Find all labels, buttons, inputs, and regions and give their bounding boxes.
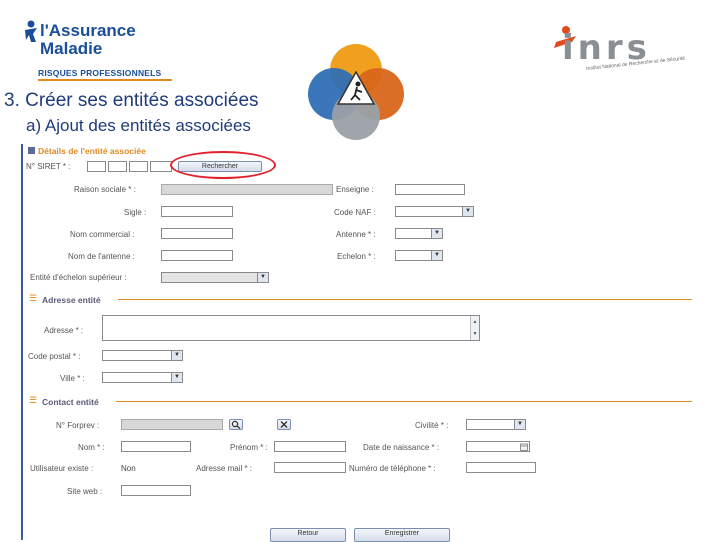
echelon-select[interactable]: ▼ bbox=[395, 250, 443, 261]
adresse-textarea[interactable]: ▲ ▼ bbox=[102, 315, 480, 341]
utilisateur-label: Utilisateur existe : bbox=[30, 464, 94, 473]
assurance-maladie-logo: l'Assurance Maladie RISQUES PROFESSIONNE… bbox=[24, 18, 172, 81]
siret-field-3[interactable] bbox=[129, 161, 148, 172]
contact-section-line bbox=[116, 401, 692, 402]
ville-label: Ville * : bbox=[60, 374, 85, 383]
slide-subtitle: a) Ajout des entités associées bbox=[26, 116, 251, 135]
site-web-label: Site web : bbox=[67, 487, 103, 496]
section-bullet-icon bbox=[28, 147, 35, 154]
details-title: Détails de l'entité associée bbox=[38, 146, 146, 156]
chevron-down-icon: ▼ bbox=[171, 351, 182, 360]
nom-commercial-field[interactable] bbox=[161, 228, 233, 239]
close-icon bbox=[280, 421, 288, 428]
antenne-label: Antenne * : bbox=[336, 230, 376, 239]
forprev-search-button[interactable] bbox=[229, 419, 243, 430]
nom-label: Nom * : bbox=[78, 443, 105, 452]
adresse-mail-label: Adresse mail * : bbox=[196, 464, 253, 473]
panel-left-border bbox=[21, 144, 23, 540]
siret-field-2[interactable] bbox=[108, 161, 127, 172]
siret-label: N° SIRET * : bbox=[26, 162, 71, 171]
enseigne-label: Enseigne : bbox=[336, 185, 374, 194]
chevron-down-icon: ▼ bbox=[171, 373, 182, 382]
chevron-down-icon: ▼ bbox=[431, 251, 442, 260]
siret-field-4[interactable] bbox=[150, 161, 172, 172]
adresse-section-line bbox=[118, 299, 692, 300]
entite-sup-label: Entité d'échelon supérieur : bbox=[30, 273, 127, 282]
civilite-label: Civilité * : bbox=[415, 421, 449, 430]
entite-sup-select[interactable]: ▼ bbox=[161, 272, 269, 283]
raison-sociale-field[interactable] bbox=[161, 184, 333, 195]
chevron-down-icon: ▼ bbox=[431, 229, 442, 238]
assurance-maladie-figure-icon bbox=[25, 20, 37, 42]
chevron-down-icon: ▼ bbox=[514, 420, 525, 429]
enseigne-field[interactable] bbox=[395, 184, 465, 195]
contact-section-title: Contact entité bbox=[42, 397, 99, 407]
code-naf-select[interactable]: ▼ bbox=[395, 206, 474, 217]
nom-antenne-label: Nom de l'antenne : bbox=[68, 252, 135, 261]
magnifier-icon bbox=[231, 420, 241, 429]
forprev-label: N° Forprev : bbox=[56, 421, 100, 430]
forprev-clear-button[interactable] bbox=[277, 419, 291, 430]
sigle-label: Sigle : bbox=[124, 208, 147, 217]
am-line2: Maladie bbox=[40, 39, 103, 58]
section-menu-icon: ☰ bbox=[29, 395, 38, 405]
code-postal-label: Code postal * : bbox=[28, 352, 81, 361]
raison-sociale-label: Raison sociale * : bbox=[74, 185, 136, 194]
am-line1: l'Assurance bbox=[40, 21, 136, 40]
nom-antenne-field[interactable] bbox=[161, 250, 233, 261]
adresse-label: Adresse * : bbox=[44, 326, 84, 335]
adresse-section-title: Adresse entité bbox=[42, 295, 101, 305]
echelon-label: Echelon * : bbox=[337, 252, 376, 261]
date-naissance-field[interactable] bbox=[466, 441, 530, 452]
civilite-select[interactable]: ▼ bbox=[466, 419, 526, 430]
inrs-logo: inrs Institut National de Recherche et d… bbox=[548, 20, 712, 78]
am-underline bbox=[38, 79, 172, 81]
chevron-down-icon: ▼ bbox=[462, 207, 473, 216]
pedestrian-venn-icon bbox=[308, 44, 404, 140]
ville-select[interactable]: ▼ bbox=[102, 372, 183, 383]
chevron-down-icon: ▼ bbox=[257, 273, 268, 282]
prenom-label: Prénom * : bbox=[230, 443, 268, 452]
utilisateur-value: Non bbox=[121, 464, 136, 473]
antenne-select[interactable]: ▼ bbox=[395, 228, 443, 239]
telephone-label: Numéro de téléphone * : bbox=[349, 464, 436, 473]
adresse-mail-field[interactable] bbox=[274, 462, 346, 473]
date-naissance-label: Date de naissance * : bbox=[363, 443, 440, 452]
am-subtitle: RISQUES PROFESSIONNELS bbox=[38, 68, 162, 78]
section-menu-icon: ☰ bbox=[29, 293, 38, 303]
slide-title: 3. Créer ses entités associées bbox=[4, 90, 259, 111]
siret-field-1[interactable] bbox=[87, 161, 106, 172]
code-postal-select[interactable]: ▼ bbox=[102, 350, 183, 361]
nom-commercial-label: Nom commercial : bbox=[70, 230, 135, 239]
telephone-field[interactable] bbox=[466, 462, 536, 473]
scrollbar[interactable]: ▲ ▼ bbox=[470, 316, 479, 340]
sigle-field[interactable] bbox=[161, 206, 233, 217]
calendar-icon[interactable] bbox=[520, 443, 528, 451]
nom-field[interactable] bbox=[121, 441, 191, 452]
prenom-field[interactable] bbox=[274, 441, 346, 452]
highlight-circle bbox=[170, 151, 276, 179]
forprev-field[interactable] bbox=[121, 419, 223, 430]
code-naf-label: Code NAF : bbox=[334, 208, 376, 217]
site-web-field[interactable] bbox=[121, 485, 191, 496]
